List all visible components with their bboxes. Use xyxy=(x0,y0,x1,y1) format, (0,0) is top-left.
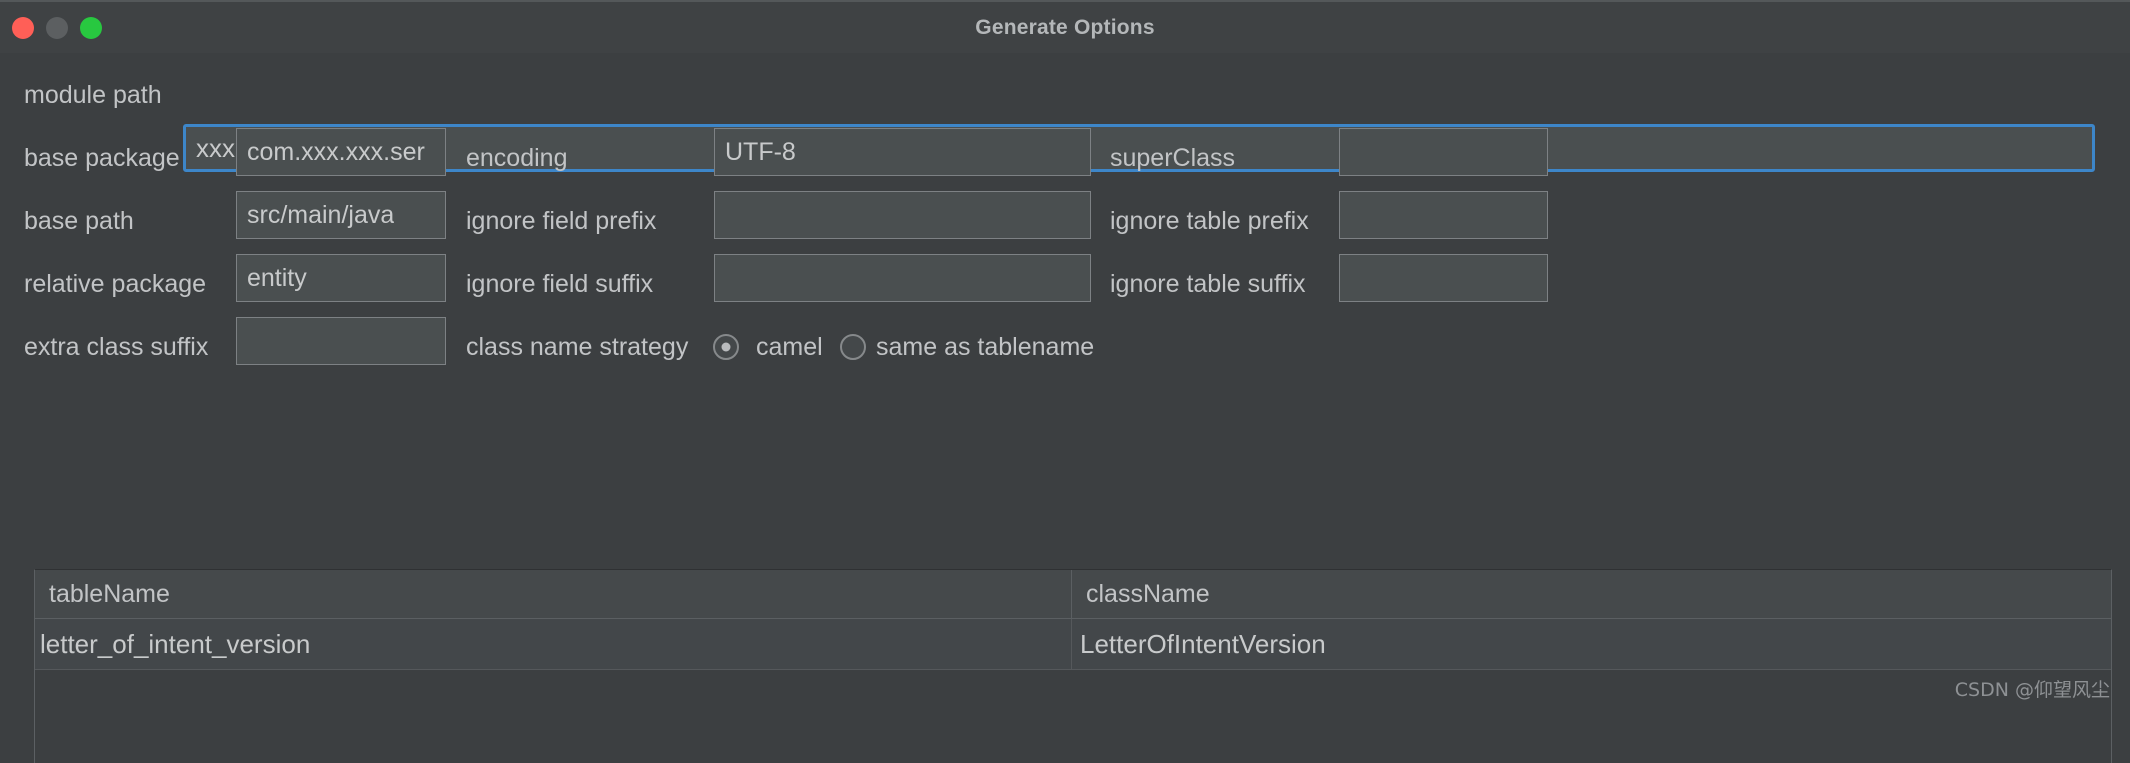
radio-same-as-tablename-label: same as tablename xyxy=(876,333,1095,361)
encoding-label: encoding xyxy=(466,144,568,172)
window-title: Generate Options xyxy=(975,15,1155,39)
base-path-label: base path xyxy=(24,207,134,235)
ignore-field-suffix-label: ignore field suffix xyxy=(466,270,654,298)
extra-class-suffix-input[interactable] xyxy=(236,317,446,365)
radio-camel[interactable] xyxy=(713,334,739,360)
ignore-table-prefix-input[interactable] xyxy=(1339,191,1548,239)
module-path-value: xxx xyxy=(196,132,235,163)
relative-package-value: entity xyxy=(247,265,307,291)
cell-tablename: letter_of_intent_version xyxy=(40,628,311,659)
ignore-table-suffix-label: ignore table suffix xyxy=(1110,270,1306,298)
column-header-classname[interactable]: className xyxy=(1071,570,2111,618)
super-class-label: superClass xyxy=(1110,144,1236,172)
module-path-label: module path xyxy=(24,81,162,109)
table-row[interactable]: letter_of_intent_version LetterOfIntentV… xyxy=(35,619,2111,670)
tables-list[interactable]: tableName className letter_of_intent_ver… xyxy=(34,569,2112,763)
options-form: module path xxx base package com.xxx.xxx… xyxy=(0,53,2130,763)
base-path-input[interactable]: src/main/java xyxy=(236,191,446,239)
column-header-tablename[interactable]: tableName xyxy=(35,570,1071,618)
ignore-table-suffix-input[interactable] xyxy=(1339,254,1548,302)
base-package-value: com.xxx.xxx.ser xyxy=(247,139,425,165)
super-class-input[interactable] xyxy=(1339,128,1548,176)
window-controls xyxy=(12,16,102,39)
radio-same-as-tablename[interactable] xyxy=(840,334,866,360)
relative-package-input[interactable]: entity xyxy=(236,254,446,302)
class-name-strategy-label: class name strategy xyxy=(466,333,689,361)
title-bar: Generate Options xyxy=(0,0,2130,53)
table-header-row: tableName className xyxy=(35,570,2111,619)
close-window-button[interactable] xyxy=(12,16,34,39)
encoding-input[interactable]: UTF-8 xyxy=(714,128,1091,176)
ignore-field-suffix-input[interactable] xyxy=(714,254,1091,302)
ignore-field-prefix-label: ignore field prefix xyxy=(466,207,657,235)
ignore-table-prefix-label: ignore table prefix xyxy=(1110,207,1309,235)
cell-classname: LetterOfIntentVersion xyxy=(1071,619,2111,669)
ignore-field-prefix-input[interactable] xyxy=(714,191,1091,239)
encoding-value: UTF-8 xyxy=(725,139,796,165)
generate-options-dialog: Generate Options module path xxx base pa… xyxy=(0,0,2130,763)
watermark: CSDN @仰望风尘 xyxy=(1954,679,2110,701)
radio-camel-label: camel xyxy=(756,333,823,361)
maximize-window-button[interactable] xyxy=(80,16,102,39)
extra-class-suffix-label: extra class suffix xyxy=(24,333,209,361)
minimize-window-button[interactable] xyxy=(46,16,68,39)
base-package-label: base package xyxy=(24,144,180,172)
base-path-value: src/main/java xyxy=(247,202,395,228)
base-package-input[interactable]: com.xxx.xxx.ser xyxy=(236,128,446,176)
relative-package-label: relative package xyxy=(24,270,207,298)
